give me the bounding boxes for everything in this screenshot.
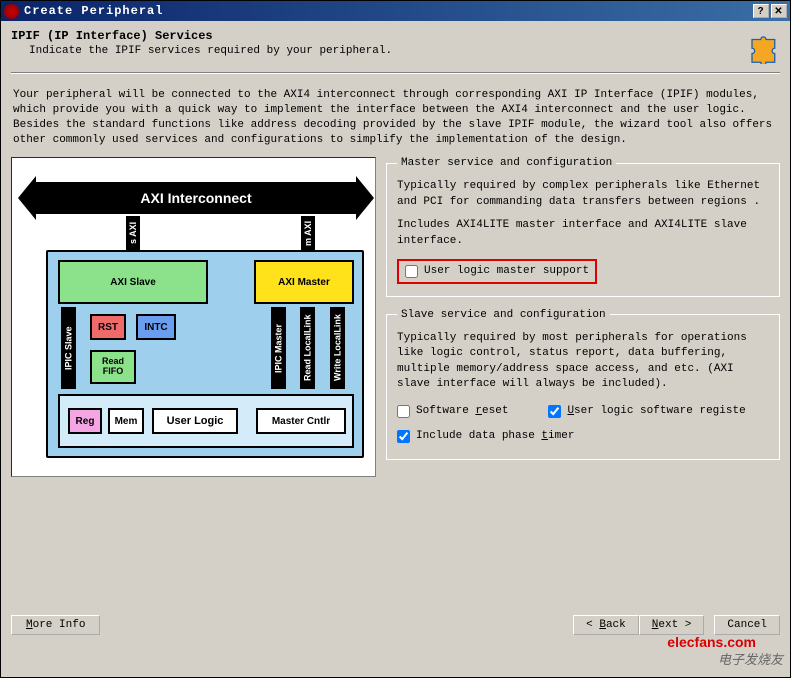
intc-block: INTC xyxy=(136,314,176,340)
help-button[interactable]: ? xyxy=(753,4,769,18)
axi-interconnect-bar: AXI Interconnect xyxy=(36,182,356,214)
watermark-text: elecfans.com xyxy=(667,634,756,650)
read-fifo-block: Read FIFO xyxy=(90,350,136,384)
app-icon xyxy=(4,4,19,19)
slave-desc: Typically required by most peripherals f… xyxy=(397,331,769,393)
user-logic-master-checkbox[interactable] xyxy=(405,265,418,278)
slave-service-group: Slave service and configuration Typicall… xyxy=(386,309,780,460)
reg-block: Reg xyxy=(68,408,102,434)
watermark-cn: 电子发烧友 xyxy=(718,649,783,668)
axi-master-block: AXI Master xyxy=(254,260,354,304)
intro-text: Your peripheral will be connected to the… xyxy=(11,88,780,147)
user-logic-container: Reg Mem User Logic Master Cntlr xyxy=(58,394,354,448)
master-desc-1: Typically required by complex peripheral… xyxy=(397,179,769,210)
puzzle-icon xyxy=(745,29,780,64)
window-title: Create Peripheral xyxy=(24,4,163,18)
user-logic-block: User Logic xyxy=(152,408,238,434)
titlebar: Create Peripheral ? ✕ xyxy=(1,1,790,21)
software-reset-checkbox[interactable] xyxy=(397,405,410,418)
m-axi-connector: m AXI xyxy=(301,216,315,250)
user-logic-sw-reg-checkbox[interactable] xyxy=(548,405,561,418)
back-button[interactable]: < Back xyxy=(573,615,639,635)
more-info-button[interactable]: More Info xyxy=(11,615,100,635)
master-legend: Master service and configuration xyxy=(397,157,616,169)
master-service-group: Master service and configuration Typical… xyxy=(386,157,780,297)
diagram-panel: AXI Interconnect s AXI m AXI AXI Slave A… xyxy=(11,157,376,477)
next-button[interactable]: Next > xyxy=(639,615,705,635)
cancel-button[interactable]: Cancel xyxy=(714,615,780,635)
user-logic-sw-reg-label: User logic software registe xyxy=(567,405,745,417)
data-phase-timer-label: Include data phase timer xyxy=(416,430,574,442)
rst-block: RST xyxy=(90,314,126,340)
read-locallink-bar: Read LocalLink xyxy=(300,307,315,389)
master-desc-2: Includes AXI4LITE master interface and A… xyxy=(397,218,769,249)
s-axi-connector: s AXI xyxy=(126,216,140,250)
master-highlight: User logic master support xyxy=(397,259,597,284)
user-logic-master-label: User logic master support xyxy=(424,265,589,277)
ipic-slave-bar: IPIC Slave xyxy=(61,307,76,389)
data-phase-timer-checkbox[interactable] xyxy=(397,430,410,443)
software-reset-label: Software reset xyxy=(416,405,508,417)
divider xyxy=(11,72,780,74)
wizard-window: Create Peripheral ? ✕ IPIF (IP Interface… xyxy=(0,0,791,678)
page-subtitle: Indicate the IPIF services required by y… xyxy=(29,45,392,57)
ipic-master-bar: IPIC Master xyxy=(271,307,286,389)
close-button[interactable]: ✕ xyxy=(771,4,787,18)
peripheral-box: AXI Slave AXI Master IPIC Slave IPIC Mas… xyxy=(46,250,364,458)
mem-block: Mem xyxy=(108,408,144,434)
slave-legend: Slave service and configuration xyxy=(397,309,610,321)
master-cntlr-block: Master Cntlr xyxy=(256,408,346,434)
axi-slave-block: AXI Slave xyxy=(58,260,208,304)
page-title: IPIF (IP Interface) Services xyxy=(11,29,392,43)
write-locallink-bar: Write LocalLink xyxy=(330,307,345,389)
